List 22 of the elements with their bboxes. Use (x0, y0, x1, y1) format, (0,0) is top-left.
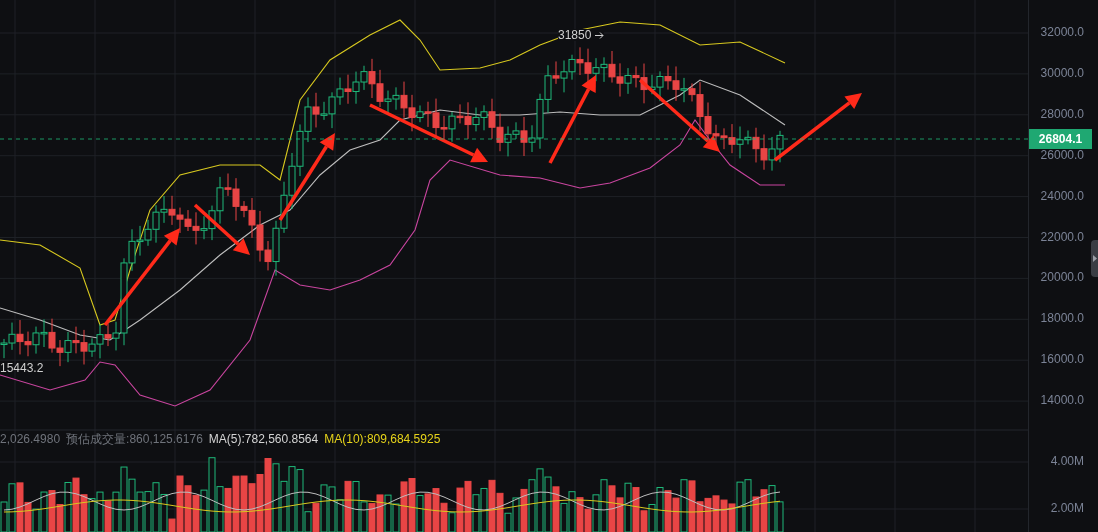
high-price-label: 31850 (558, 29, 592, 41)
price-axis-label: 24000.0 (1040, 189, 1084, 202)
price-axis-label: 20000.0 (1040, 271, 1084, 284)
price-axis-label: 30000.0 (1040, 66, 1084, 79)
volume-legend-text: MA(10):809,684.5925 (324, 431, 441, 447)
volume-legend-text: 预估成交量:860,125.6176 (66, 431, 203, 447)
price-axis-label: 32000.0 (1040, 26, 1084, 38)
low-price-label: 15443.2 (0, 362, 44, 374)
price-axis-label: 16000.0 (1040, 353, 1084, 366)
arrow-icon (595, 31, 605, 39)
volume-axis-label: 4.00M (1050, 455, 1084, 467)
volume-legend-text: 2,026.4980 (0, 431, 61, 447)
price-axis-label: 26000.0 (1040, 148, 1084, 161)
trend-arrow (193, 203, 250, 255)
price-axis-label: 14000.0 (1040, 394, 1084, 407)
price-axis-label: 28000.0 (1040, 107, 1084, 120)
collapse-handle[interactable] (1091, 240, 1098, 277)
price-axis-label: 18000.0 (1040, 312, 1084, 325)
price-axis-label: 22000.0 (1040, 230, 1084, 243)
last-price-badge: 26804.1 (1029, 129, 1092, 149)
volume-axis-label: 2.00M (1050, 502, 1084, 514)
volume-legend-text: MA(5):782,560.8564 (208, 431, 319, 447)
